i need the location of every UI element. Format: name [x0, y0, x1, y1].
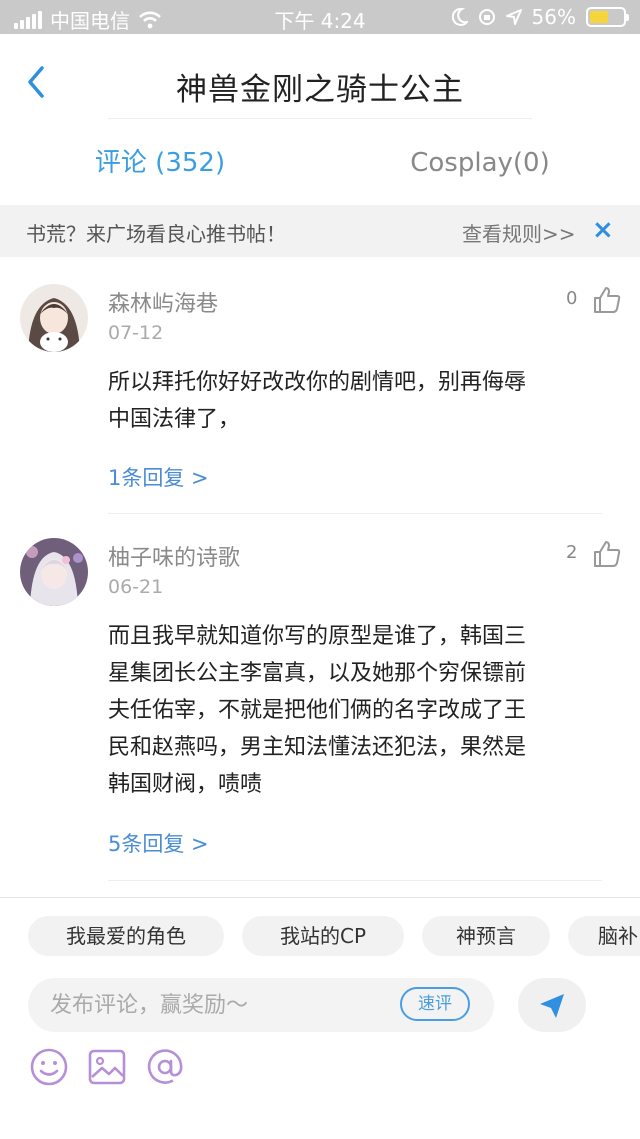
- emoji-icon[interactable]: [28, 1046, 70, 1088]
- quick-tag[interactable]: 我最爱的角色: [28, 916, 224, 956]
- close-icon[interactable]: ×: [592, 217, 614, 243]
- comment-body: 而且我早就知道你写的原型是谁了，韩国三 星集团长公主李富真，以及她那个穷保镖前 …: [108, 618, 613, 803]
- location-icon: [505, 9, 522, 25]
- comment-line: 韩国财阀，啧啧: [108, 772, 263, 797]
- replies-link[interactable]: 1条回复 >: [108, 462, 209, 492]
- username[interactable]: 森林屿海巷: [108, 286, 218, 318]
- like-count: 2: [566, 542, 578, 563]
- mention-icon[interactable]: [144, 1046, 186, 1088]
- battery-icon: [586, 7, 629, 27]
- comment-item: 森林屿海巷 07-12 0 所以拜托你好好改改你的剧情吧，别再侮辱 中国法律了，…: [0, 258, 640, 514]
- status-bar: 中国电信 下午 4:24 56%: [0, 0, 640, 34]
- thumbs-up-icon[interactable]: [592, 285, 622, 315]
- header-divider: [108, 118, 532, 119]
- lock-rotation-icon: [478, 9, 495, 25]
- tab-bar: 评论 (352) Cosplay(0): [0, 125, 640, 201]
- like-count: 0: [566, 288, 578, 309]
- username[interactable]: 柚子味的诗歌: [108, 540, 240, 572]
- thumbs-up-icon[interactable]: [592, 539, 622, 569]
- comment-divider: [108, 880, 602, 881]
- avatar[interactable]: [20, 284, 88, 352]
- notice-text[interactable]: 书荒？来广场看良心推书帖！: [26, 218, 286, 247]
- comment-line: 民和赵燕吗，男主知法懂法还犯法，果然是: [108, 735, 527, 760]
- comment-composer: 我最爱的角色 我站的CP 神预言 脑补 速评: [0, 897, 640, 1139]
- comment-line: 夫任佑宰，不就是把他们俩的名字改成了王: [108, 698, 527, 723]
- battery-percent: 56%: [531, 5, 576, 29]
- comment-line: 中国法律了，: [108, 407, 241, 432]
- comment-item: 柚子味的诗歌 06-21 2 而且我早就知道你写的原型是谁了，韩国三 星集团长公…: [0, 514, 640, 882]
- tab-cosplay[interactable]: Cosplay(0): [320, 125, 640, 201]
- comment-input-box: 速评: [28, 978, 494, 1032]
- header: 神兽金刚之骑士公主: [0, 34, 640, 124]
- comment-input[interactable]: [50, 978, 390, 1032]
- comment-line: 而且我早就知道你写的原型是谁了，韩国三: [108, 624, 527, 649]
- avatar[interactable]: [20, 538, 88, 606]
- send-button[interactable]: [518, 978, 586, 1032]
- page-title: 神兽金刚之骑士公主: [176, 72, 464, 108]
- quick-tag[interactable]: 我站的CP: [242, 916, 404, 956]
- comment-line: 所以拜托你好好改改你的剧情吧，别再侮辱: [108, 370, 527, 395]
- view-rules-link[interactable]: 查看规则>>: [462, 218, 576, 247]
- image-icon[interactable]: [86, 1046, 128, 1088]
- comment-body: 所以拜托你好好改改你的剧情吧，别再侮辱 中国法律了，: [108, 364, 613, 438]
- notice-bar: 书荒？来广场看良心推书帖！ 查看规则>> ×: [0, 205, 640, 257]
- replies-link[interactable]: 5条回复 >: [108, 828, 209, 858]
- moon-icon: [451, 8, 468, 26]
- comment-date: 07-12: [108, 322, 164, 344]
- send-icon: [540, 994, 564, 1018]
- comment-date: 06-21: [108, 576, 164, 598]
- comment-line: 星集团长公主李富真，以及她那个穷保镖前: [108, 661, 527, 686]
- quick-tag[interactable]: 脑补: [568, 916, 640, 956]
- quick-review-button[interactable]: 速评: [400, 987, 470, 1021]
- tab-comments[interactable]: 评论 (352): [0, 125, 320, 201]
- quick-tag[interactable]: 神预言: [422, 916, 550, 956]
